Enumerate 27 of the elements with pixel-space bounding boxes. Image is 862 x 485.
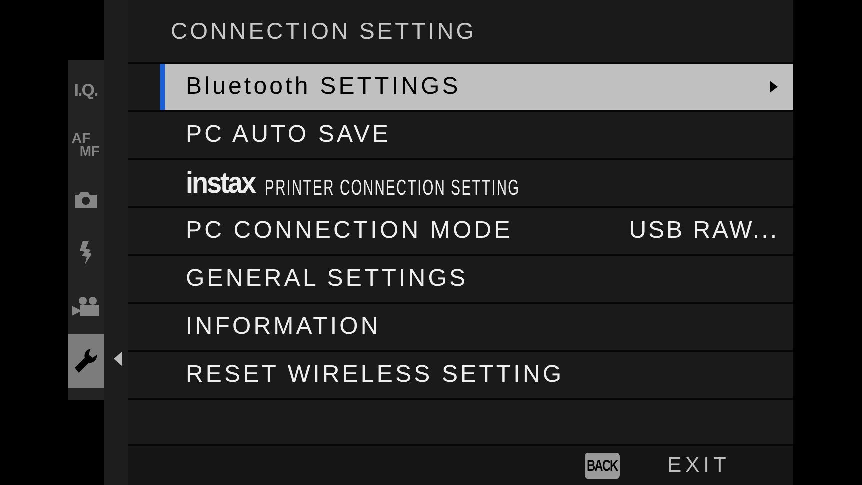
flash-icon [79,241,93,265]
exit-label: EXIT [668,454,730,478]
menu-tab[interactable]: AF MF [68,118,104,172]
menu-item-label: GENERAL SETTINGS [186,265,470,293]
wrench-icon [74,348,98,374]
menu-item[interactable]: PC CONNECTION MODE USB RAW... [160,208,793,254]
menu-item-label: Bluetooth SETTINGS [186,73,462,101]
menu-item[interactable]: PC AUTO SAVE [160,112,793,158]
menu-item[interactable]: Bluetooth SETTINGS [160,64,793,110]
menu-item-value: USB RAW... [629,217,779,245]
menu-item-label: instax PRINTER CONNECTION SETTING [186,168,522,198]
menu-item[interactable]: GENERAL SETTINGS [160,256,793,302]
menu-item-label: INFORMATION [186,313,382,341]
menu-item[interactable]: instax PRINTER CONNECTION SETTING [160,160,793,206]
camera-icon [74,190,98,208]
menu-tab[interactable]: I.Q. [68,64,104,118]
menu-item-label: PC CONNECTION MODE [186,217,514,245]
menu-item[interactable]: RESET WIRELESS SETTING [160,352,793,398]
submenu-arrow-icon [769,80,779,94]
back-key-label: BACK [585,452,620,478]
menu-item-label: PC AUTO SAVE [186,121,392,149]
menu-item[interactable]: INFORMATION [160,304,793,350]
menu-tab[interactable] [68,334,104,388]
caret-icon [114,352,122,366]
menu-item-label: RESET WIRELESS SETTING [186,361,566,389]
screen-title: CONNECTION SETTING [171,18,477,44]
movie-camera-icon [72,297,100,317]
